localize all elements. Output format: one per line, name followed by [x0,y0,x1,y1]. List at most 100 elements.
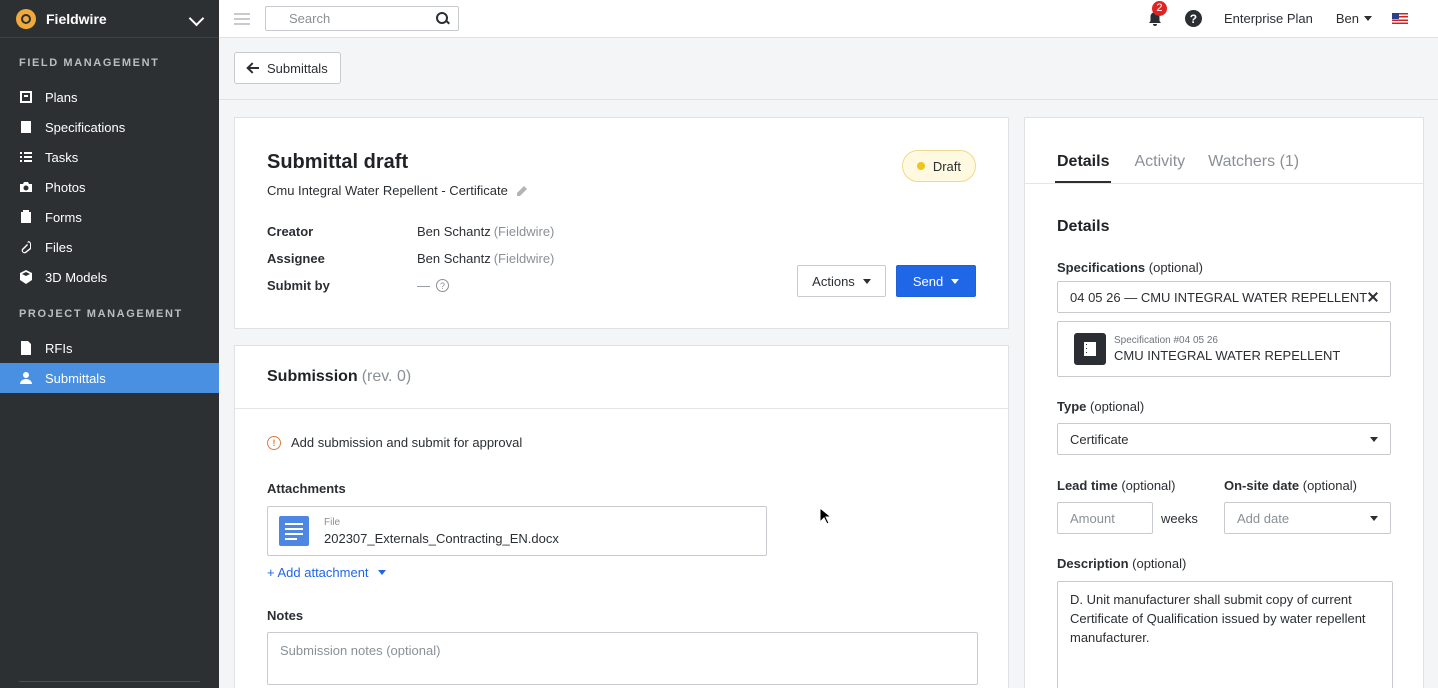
sidebar-item-label: Tasks [45,149,79,165]
description-field[interactable]: D. Unit manufacturer shall submit copy o… [1057,581,1393,688]
specification-name: CMU INTEGRAL WATER REPELLENT [1114,348,1341,363]
specification-icon [1074,333,1106,365]
specifications-icon [19,120,33,134]
notifications-button[interactable]: 2 [1147,0,1167,27]
arrow-left-icon [247,63,259,73]
on-site-date-label: On-site date (optional) [1224,478,1357,493]
us-flag-icon[interactable] [1392,13,1408,24]
status-dot-icon [916,162,925,170]
add-attachment-link[interactable]: + Add attachment [267,565,386,580]
notification-badge: 2 [1151,0,1167,16]
caret-down-icon [377,570,386,575]
section-title-field-management: FIELD MANAGEMENT [19,57,160,69]
sidebar-item-plans[interactable]: Plans [0,82,219,112]
help-icon[interactable]: ? [1184,10,1202,27]
document-icon [279,516,309,546]
sidebar-item-label: Forms [45,209,82,225]
file-name: 202307_Externals_Contracting_EN.docx [324,530,559,546]
warning-text: Add submission and submit for approval [291,435,523,450]
submission-notes-field[interactable] [267,632,978,685]
search-box[interactable] [265,6,459,31]
creator-label: Creator [267,224,314,239]
pencil-icon[interactable] [516,185,528,197]
caret-down-icon [862,278,871,284]
tab-activity[interactable]: Activity [1134,153,1185,183]
submittals-icon [19,371,33,385]
file-type-label: File [324,516,341,528]
sidebar-item-3d-models[interactable]: 3D Models [0,262,219,292]
sidebar-item-label: 3D Models [45,269,108,285]
on-site-date-placeholder: Add date [1237,510,1290,526]
lead-time-amount-input[interactable] [1057,502,1153,534]
creator-org: (Fieldwire) [493,224,555,239]
creator-name: Ben Schantz [417,224,491,239]
back-to-submittals-button[interactable]: Submittals [234,52,341,84]
sidebar-item-specifications[interactable]: Specifications [0,112,219,142]
attachments-label: Attachments [267,481,346,496]
sidebar-item-forms[interactable]: Forms [0,202,219,232]
sidebar-item-files[interactable]: Files [0,232,219,262]
actions-label: Actions [812,273,855,289]
search-icon[interactable] [436,11,450,26]
sidebar-item-photos[interactable]: Photos [0,172,219,202]
weeks-label: weeks [1161,511,1198,526]
submit-by-value[interactable]: — [417,278,430,293]
specifications-value: 04 05 26 — CMU INTEGRAL WATER REPELLENT [1070,289,1368,305]
type-select[interactable]: Certificate [1057,423,1391,455]
user-name: Ben [1335,11,1359,26]
question-circle-icon[interactable]: ? [436,279,449,292]
paperclip-icon [19,240,33,254]
caret-down-icon [951,278,960,284]
tasks-icon [19,150,33,164]
submission-header: Submission (rev. 0) [235,346,1008,409]
caret-down-icon [1370,436,1378,442]
assignee-name[interactable]: Ben Schantz [417,251,491,266]
submittal-draft-card: Submittal draft Cmu Integral Water Repel… [234,117,1009,329]
sidebar-item-rfis[interactable]: RFIs [0,333,219,363]
assignee-org: (Fieldwire) [493,251,555,266]
tab-details[interactable]: Details [1055,153,1112,183]
tab-watchers[interactable]: Watchers (1) [1208,153,1299,183]
back-button-label: Submittals [267,60,328,76]
forms-icon [19,210,33,224]
sidebar-item-label: Submittals [45,370,106,386]
caret-down-icon [1370,515,1378,521]
page-title: Submittal draft [267,151,409,173]
submission-revision: (rev. 0) [361,368,412,385]
hamburger-menu-icon[interactable] [234,12,250,25]
actions-button[interactable]: Actions [797,265,886,297]
type-value: Certificate [1070,431,1129,447]
assignee-row: Assignee Ben Schantz (Fieldwire) [267,251,554,266]
lead-time-label: Lead time (optional) [1057,478,1176,493]
sidebar-item-tasks[interactable]: Tasks [0,142,219,172]
mouse-cursor-icon [819,506,833,525]
assignee-label: Assignee [267,251,325,266]
sidebar-item-submittals[interactable]: Submittals [0,363,219,393]
chevron-down-icon[interactable] [189,12,203,26]
project-switcher[interactable]: Fieldwire [0,0,219,38]
specification-card[interactable]: Specification #04 05 26 CMU INTEGRAL WAT… [1057,321,1391,377]
status-badge: Draft [901,150,976,182]
user-menu[interactable]: Ben [1336,11,1372,26]
submit-by-row: Submit by — ? [267,278,449,293]
sidebar-item-label: RFIs [45,340,73,356]
sidebar-item-label: Photos [45,179,86,195]
section-title-project-management: PROJECT MANAGEMENT [19,308,183,320]
details-panel: Details Activity Watchers (1) Details Sp… [1024,117,1424,688]
specifications-label: Specifications (optional) [1057,260,1203,275]
send-label: Send [912,273,944,289]
sub-header: Submittals [219,38,1438,100]
attachment-file[interactable]: File 202307_Externals_Contracting_EN.doc… [267,506,767,556]
plan-label[interactable]: Enterprise Plan [1224,11,1313,26]
close-icon[interactable] [1368,292,1378,302]
details-heading: Details [1057,218,1110,235]
specifications-select[interactable]: 04 05 26 — CMU INTEGRAL WATER REPELLENT [1057,281,1391,313]
submission-warning: ! Add submission and submit for approval [267,435,522,450]
send-button[interactable]: Send [896,265,976,297]
on-site-date-picker[interactable]: Add date [1224,502,1391,534]
camera-icon [19,180,33,194]
cube-icon [19,270,33,284]
submission-card: Submission (rev. 0) ! Add submission and… [234,345,1009,688]
search-input[interactable] [289,11,436,26]
status-label: Draft [932,158,961,174]
